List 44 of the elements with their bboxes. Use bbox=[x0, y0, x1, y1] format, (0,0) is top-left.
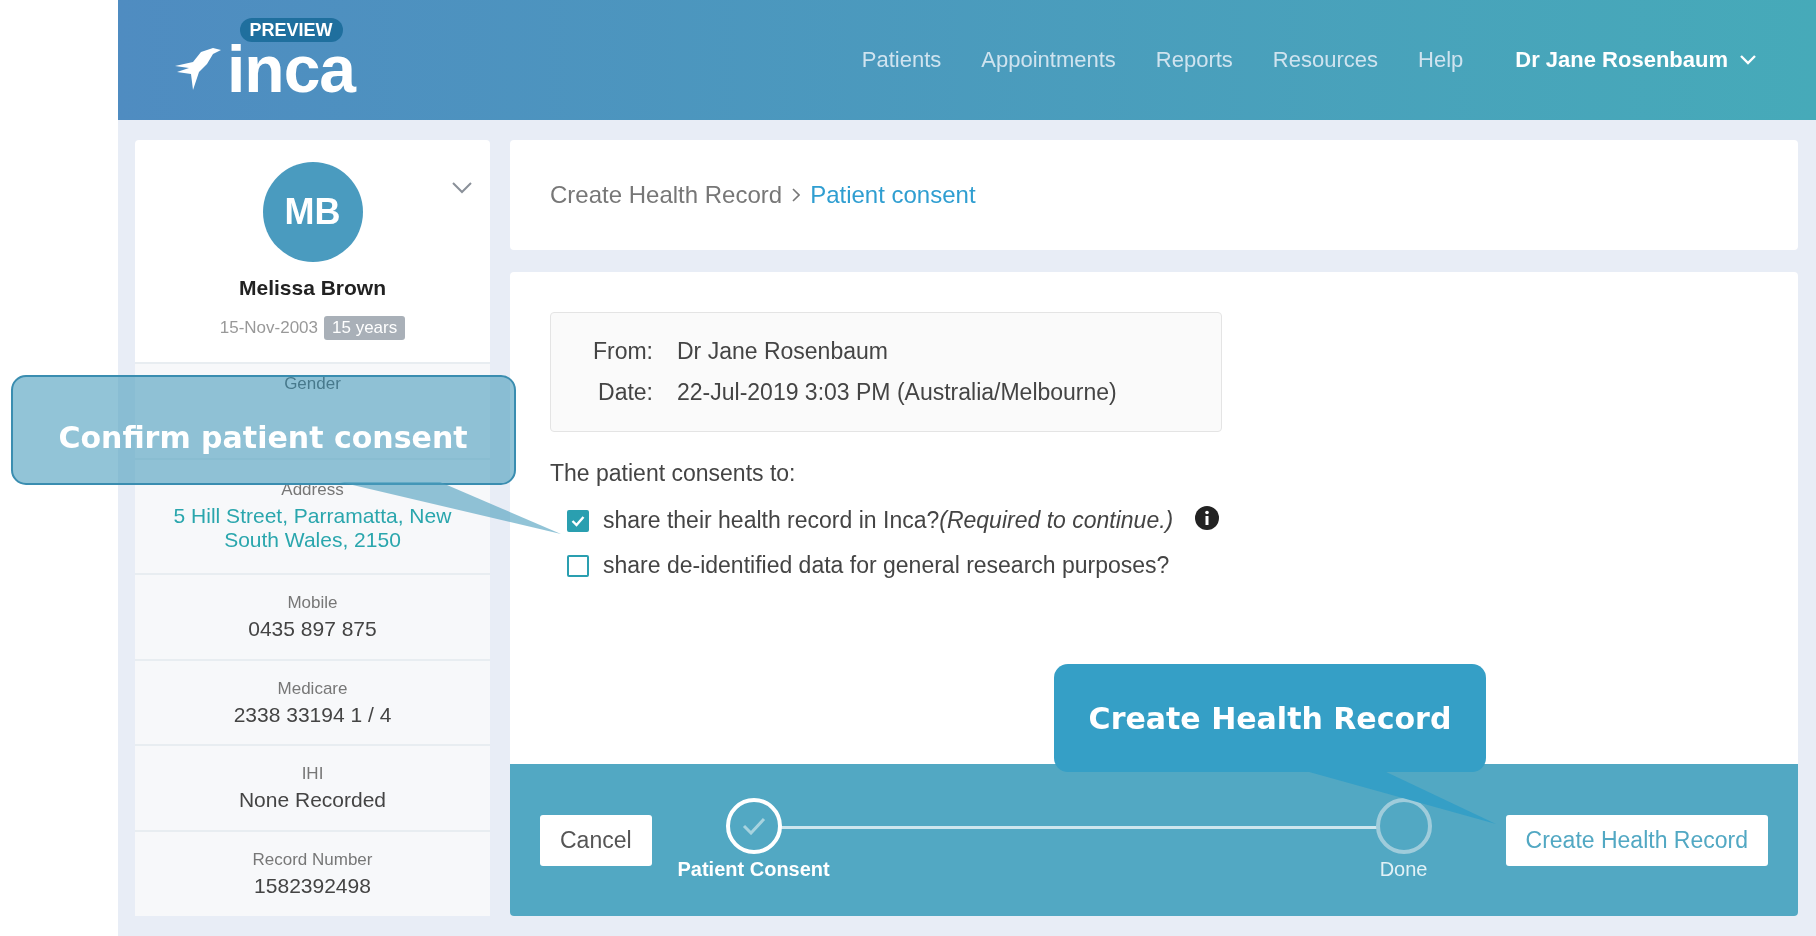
message-label: Date: bbox=[597, 379, 653, 406]
user-menu[interactable]: Dr Jane Rosenbaum bbox=[1515, 47, 1756, 73]
age-badge: 15 years bbox=[324, 316, 406, 340]
callout-text: Create Health Record bbox=[1088, 701, 1452, 736]
field-label: Record Number bbox=[252, 850, 373, 871]
field-value: 0435 897 875 bbox=[247, 616, 378, 641]
patient-avatar: MB bbox=[262, 162, 363, 262]
field-value: 2338 33194 1 / 4 bbox=[232, 702, 393, 727]
chevron-down-icon bbox=[1740, 55, 1756, 65]
field-label: IHI bbox=[301, 764, 324, 785]
message-value: Dr Jane Rosenbaum bbox=[677, 338, 888, 365]
consent-heading: The patient consents to: bbox=[550, 460, 797, 487]
patient-name: Melissa Brown bbox=[238, 276, 386, 300]
chevron-down-icon[interactable] bbox=[452, 182, 472, 194]
field-value: None Recorded bbox=[237, 788, 388, 813]
nav-link[interactable]: Patients bbox=[861, 47, 942, 73]
checkbox[interactable] bbox=[567, 554, 589, 577]
message-value: 22-Jul-2019 3:03 PM (Australia/Melbourne) bbox=[677, 379, 1117, 406]
nav-link[interactable]: Reports bbox=[1155, 47, 1233, 73]
checkbox[interactable] bbox=[567, 509, 589, 532]
create-record-button[interactable]: Create Health Record bbox=[1505, 814, 1768, 866]
breadcrumb-link[interactable]: Patient consent bbox=[810, 181, 976, 209]
field-label: Mobile bbox=[287, 592, 338, 613]
check-icon bbox=[571, 514, 585, 527]
message-label: From: bbox=[591, 338, 653, 365]
birth-date: 15-Nov-2003 bbox=[219, 318, 319, 338]
nav-link[interactable]: Resources bbox=[1272, 47, 1378, 73]
field-value: 1582392498 bbox=[253, 874, 372, 899]
consent-label: share de-identified data for general research purposes? bbox=[603, 552, 1170, 579]
field-label: Address bbox=[281, 480, 344, 501]
step-label: Done bbox=[1379, 858, 1428, 881]
preview-badge: PREVIEW bbox=[239, 18, 343, 42]
info-icon[interactable] bbox=[1195, 505, 1220, 530]
callout-text: Confirm patient consent bbox=[58, 420, 468, 455]
chevron-right-icon bbox=[792, 188, 801, 202]
cancel-button[interactable]: Cancel bbox=[540, 814, 652, 866]
nav-link[interactable]: Help bbox=[1418, 47, 1464, 73]
field-label: Gender bbox=[284, 374, 341, 394]
nav-link[interactable]: Appointments bbox=[981, 47, 1116, 73]
field-value[interactable]: 5 Hill Street, Parramatta, New South Wales, 2150 bbox=[135, 504, 490, 553]
consent-label: share their health record in Inca?(Required to continue.) bbox=[603, 507, 1174, 534]
step-label: Patient Consent bbox=[677, 858, 830, 881]
field-label: Medicare bbox=[277, 678, 348, 699]
breadcrumb-link[interactable]: Create Health Record bbox=[550, 181, 783, 209]
